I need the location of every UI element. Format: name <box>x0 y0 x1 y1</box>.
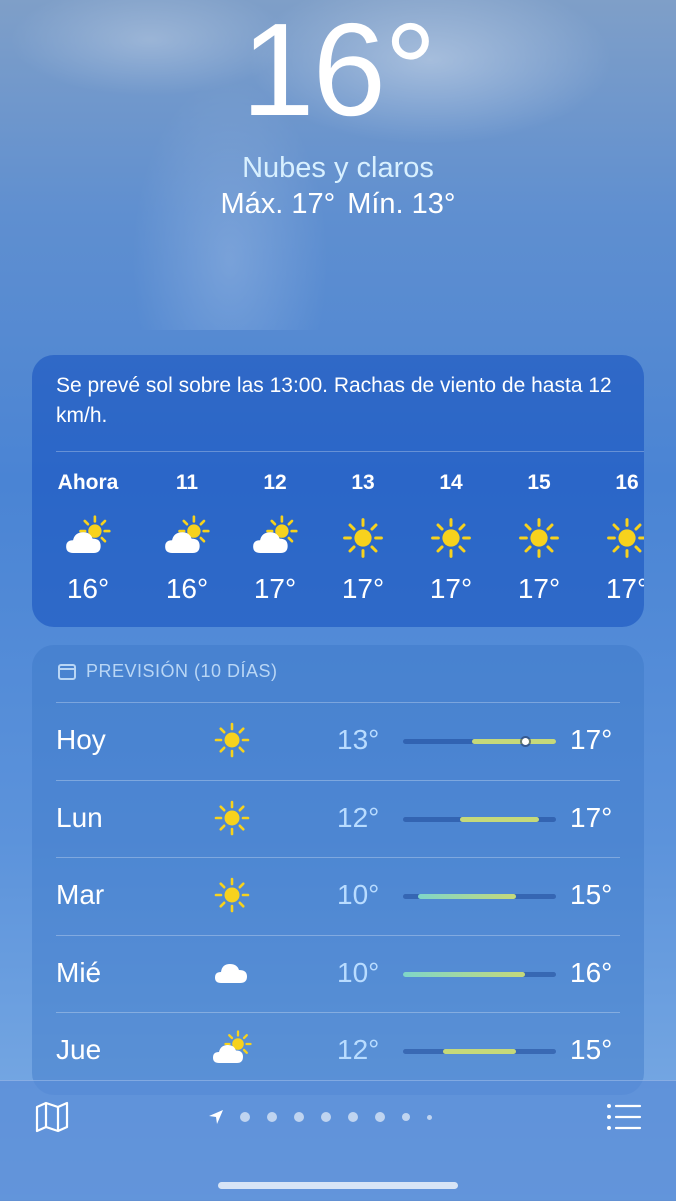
current-temp-marker <box>521 738 529 745</box>
sun-icon <box>406 511 496 565</box>
sun-icon <box>494 511 584 565</box>
day-min-temp: 12° <box>337 1034 380 1065</box>
hour-label: 16 <box>615 471 639 494</box>
divider <box>56 857 620 858</box>
page-dot[interactable] <box>402 1113 410 1121</box>
partly-sunny-icon <box>142 511 232 565</box>
daily-header: PREVISIÓN (10 DÍAS) <box>58 661 278 682</box>
temperature-range-bar <box>403 1049 556 1054</box>
day-min-temp: 10° <box>337 879 380 910</box>
day-name: Mar <box>56 879 105 910</box>
current-condition: Nubes y claros <box>242 152 434 184</box>
day-max-temp: 17° <box>570 724 613 755</box>
partly-sunny-icon <box>230 511 320 565</box>
page-dot[interactable] <box>348 1112 358 1122</box>
hourly-summary: Se prevé sol sobre las 13:00. Rachas de … <box>56 374 612 427</box>
partly-sunny-icon <box>43 511 133 565</box>
day-max-temp: 16° <box>570 956 613 988</box>
page-dot[interactable] <box>267 1112 277 1122</box>
hour-item: 13 17° <box>318 471 408 605</box>
day-name: Hoy <box>56 724 106 755</box>
day-min-temp: 10° <box>337 956 380 988</box>
page-dot[interactable] <box>375 1112 385 1122</box>
day-max-temp: 15° <box>570 1034 613 1065</box>
temperature-range-fill <box>459 816 540 822</box>
hour-item: 15 17° <box>494 471 584 605</box>
hour-item: 14 17° <box>406 471 496 605</box>
daily-header-label: PREVISIÓN (10 DÍAS) <box>86 661 278 681</box>
hour-item: 12 17° <box>230 471 320 605</box>
high-temp: Máx. 17° <box>220 188 336 220</box>
home-indicator <box>218 1182 458 1189</box>
day-row[interactable]: Hoy 13° 17° <box>32 702 644 779</box>
bottom-toolbar <box>0 1080 676 1201</box>
hour-temperature: 16° <box>165 573 209 604</box>
daily-forecast-card[interactable]: PREVISIÓN (10 DÍAS) Hoy 13° 17° Lun 12° 17° Ma… <box>32 645 644 1095</box>
sun-icon <box>210 720 254 760</box>
day-row[interactable]: Lun 12° 17° <box>32 779 644 857</box>
hour-label: 14 <box>439 471 463 494</box>
day-min-temp: 13° <box>337 724 380 755</box>
page-dot[interactable] <box>427 1114 432 1120</box>
page-indicator[interactable] <box>208 1107 449 1127</box>
day-max-temp: 17° <box>570 801 613 833</box>
sun-icon <box>318 511 408 565</box>
list-icon[interactable] <box>606 1101 642 1133</box>
temperature-range-bar <box>403 738 556 745</box>
hour-label: 13 <box>351 471 375 494</box>
page-dot[interactable] <box>294 1112 304 1122</box>
day-row[interactable]: Jue 12° 15° <box>32 1012 644 1089</box>
cloud-icon <box>210 953 254 993</box>
divider <box>56 451 644 452</box>
divider <box>56 779 620 781</box>
day-max-temp: 15° <box>570 879 613 910</box>
day-row[interactable]: Mar 10° 15° <box>32 857 644 934</box>
hour-item: 16 17° <box>582 471 644 605</box>
hour-item: 11 16° <box>142 471 232 605</box>
hour-item: Ahora 16° <box>43 471 133 605</box>
sun-icon <box>210 875 254 915</box>
temperature-range-bar <box>403 894 556 899</box>
hour-label: 15 <box>527 471 551 494</box>
hour-temperature: 17° <box>341 573 385 604</box>
divider <box>56 934 620 936</box>
hourly-forecast-card[interactable]: Se prevé sol sobre las 13:00. Rachas de … <box>32 355 644 627</box>
temperature-range-fill <box>471 739 556 744</box>
hour-label: 12 <box>263 471 287 494</box>
current-temperature: 16° <box>241 0 437 143</box>
hour-temperature: 17° <box>253 573 297 604</box>
hour-temperature: 17° <box>605 573 644 604</box>
hour-temperature: 16° <box>66 573 110 604</box>
divider <box>56 1012 620 1013</box>
temperature-range-bar <box>403 816 556 822</box>
hour-temperature: 17° <box>429 573 473 604</box>
temperature-range-bar <box>403 971 556 977</box>
map-icon[interactable] <box>34 1101 70 1133</box>
page-dot[interactable] <box>240 1112 250 1122</box>
day-name: Mié <box>56 956 102 988</box>
hour-label: 11 <box>175 471 199 494</box>
high-low: Máx. 17° Mín. 13° <box>0 188 676 221</box>
sun-icon <box>582 511 644 565</box>
divider <box>56 702 620 703</box>
partly-sunny-icon <box>210 1030 254 1070</box>
temperature-range-fill <box>403 971 526 977</box>
day-name: Lun <box>56 801 103 833</box>
sun-icon <box>210 798 254 838</box>
calendar-icon <box>58 663 76 680</box>
location-arrow-icon[interactable] <box>208 1109 224 1125</box>
low-temp: Mín. 13° <box>347 188 456 220</box>
page-dot[interactable] <box>321 1112 331 1122</box>
temperature-range-fill <box>418 894 517 899</box>
day-name: Jue <box>56 1034 102 1065</box>
day-min-temp: 12° <box>337 801 380 833</box>
hour-label: Ahora <box>57 471 119 494</box>
temperature-range-fill <box>442 1049 517 1054</box>
hour-temperature: 17° <box>517 573 561 604</box>
day-row[interactable]: Mié 10° 16° <box>32 934 644 1012</box>
